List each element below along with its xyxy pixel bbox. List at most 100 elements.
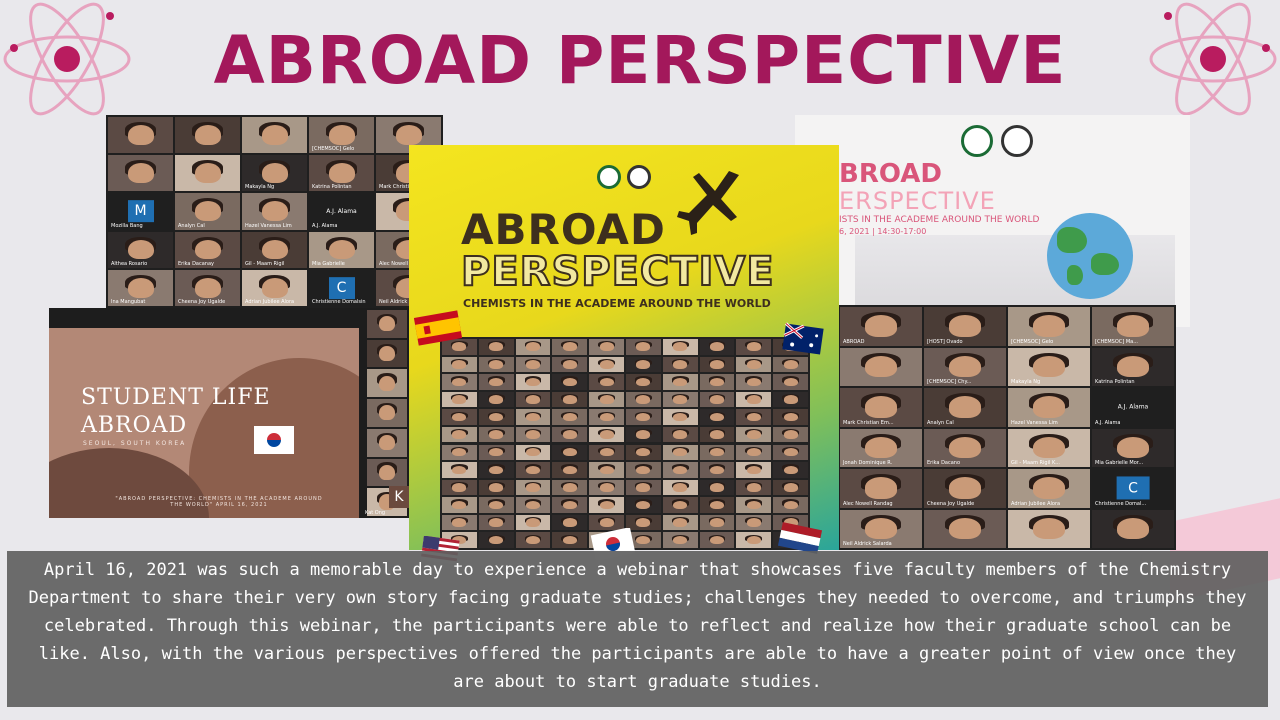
- participant-tile: Hazel Vanessa Lim: [1008, 388, 1090, 427]
- participant-tile: [442, 409, 477, 425]
- participant-tile: [773, 444, 808, 461]
- participant-name: Hazel Vanessa Lim: [1011, 419, 1058, 426]
- participant-tile: [515, 356, 551, 373]
- participant-tile: [367, 428, 407, 457]
- participant-tile: A.J. Alama A.J. Alama: [309, 193, 374, 230]
- participant-tile: [662, 532, 698, 548]
- participant-tile: Gil - Maam Rigil: [242, 231, 307, 268]
- participant-tile: [736, 339, 772, 355]
- participant-tile: [626, 426, 661, 443]
- participant-tile: [626, 462, 661, 478]
- participant-tile: [699, 497, 735, 513]
- chemsoc-logo: [627, 165, 651, 189]
- participant-tile: [736, 532, 772, 548]
- participant-tile: Althea Rosario: [108, 231, 173, 268]
- participant-tile: Katrina Polintan: [309, 155, 374, 192]
- participant-name: [CHEMSOC] Gelo: [1011, 338, 1054, 345]
- participant-tile: [367, 399, 407, 427]
- participant-tile: [1092, 509, 1174, 548]
- participant-name: Neil Aldrick Salarda: [843, 541, 892, 547]
- participant-tile: [552, 497, 588, 513]
- participant-tile: Gil - Maam Rigil K...: [1008, 428, 1090, 467]
- participant-name: Makayla Ng: [245, 184, 275, 191]
- participant-tile: Hazel Vanessa Lim: [242, 193, 307, 230]
- participant-name: Alec Nowell Randag: [843, 500, 893, 507]
- participant-tile: [478, 462, 514, 478]
- participant-tile: [552, 409, 588, 425]
- participant-tile: [515, 514, 551, 531]
- participant-tile: [552, 391, 588, 408]
- participant-tile: [478, 479, 514, 496]
- participant-tile: [699, 374, 735, 390]
- participant-tile: [699, 426, 735, 443]
- participant-tile: [515, 409, 551, 425]
- participant-tile: [552, 514, 588, 531]
- slide-date: 6, 2021 | 14:30-17:00: [839, 227, 927, 236]
- chemsoc-logo: [1001, 125, 1033, 157]
- participant-tile: [626, 479, 661, 496]
- participant-tile: [108, 117, 173, 154]
- participant-name: Cheena Joy Ugalde: [927, 500, 975, 507]
- participant-tile: [699, 514, 735, 531]
- participant-tile: [108, 155, 173, 192]
- participant-avatar-letter: C: [328, 277, 355, 299]
- participant-tile: [442, 391, 477, 408]
- participant-tile: Mia Gabrielle: [309, 231, 374, 268]
- participant-name: Erika Dacanay: [178, 260, 214, 267]
- participant-tile: [589, 356, 624, 373]
- participant-tile: [478, 356, 514, 373]
- participant-tile: [515, 532, 551, 548]
- participant-tile: [626, 444, 661, 461]
- participant-tile: [736, 514, 772, 531]
- participant-tile: [552, 339, 588, 355]
- participant-tile: [773, 479, 808, 496]
- poster-tagline: CHEMISTS IN THE ACADEME AROUND THE WORLD: [463, 297, 771, 310]
- participant-tile: [478, 532, 514, 548]
- participant-tile: [CHEMSOC] Chy...: [924, 347, 1006, 386]
- participant-tile: [626, 356, 661, 373]
- participant-tile: Alec Nowell Randag: [840, 469, 922, 508]
- participant-tile: Mark Christian Em...: [840, 388, 922, 427]
- participant-tile: [699, 462, 735, 478]
- participant-tile: [478, 391, 514, 408]
- participant-tile: Jonah Dominique R.: [840, 428, 922, 467]
- spain-flag-icon: [414, 310, 462, 346]
- participant-tile: [662, 374, 698, 390]
- participant-tile: [626, 391, 661, 408]
- participant-tile: Katrina Polintan: [1092, 347, 1174, 386]
- participant-tile: [442, 479, 477, 496]
- participant-tile: [773, 409, 808, 425]
- participant-name: Katrina Polintan: [1095, 379, 1135, 385]
- participant-tile: [478, 514, 514, 531]
- participant-name: Christienne Domalsin: [312, 298, 366, 305]
- participant-tile: [515, 479, 551, 496]
- participant-tile: M Mozilla Bang: [108, 193, 173, 230]
- participant-tile: [442, 426, 477, 443]
- participant-tile: [662, 426, 698, 443]
- event-poster: ABROAD PERSPECTIVE CHEMISTS IN THE ACADE…: [409, 145, 839, 550]
- poster-zoom-gallery: [440, 337, 810, 550]
- participant-tile: [515, 497, 551, 513]
- participant-tile: [626, 339, 661, 355]
- participant-tile: [589, 462, 624, 478]
- participant-tile: [442, 514, 477, 531]
- slide-content: STUDENT LIFE ABROAD SEOUL, SOUTH KOREA "…: [49, 328, 359, 518]
- participant-tile: [589, 497, 624, 513]
- participant-tile: [CHEMSOC] Gelo: [309, 117, 374, 154]
- globe-icon: [1047, 213, 1133, 299]
- slide-subtitle: SEOUL, SOUTH KOREA: [83, 440, 187, 447]
- participant-tile: Analyn Cal: [924, 388, 1006, 427]
- participant-name: ABROAD: [843, 338, 865, 345]
- participant-tile: [442, 374, 477, 390]
- participant-name: [HOST] Ovado: [927, 338, 963, 345]
- participant-tile: [773, 497, 808, 513]
- participant-tile: [773, 391, 808, 408]
- participant-tile: [442, 497, 477, 513]
- participant-name: Adrian Jubilee Alora: [1011, 500, 1061, 507]
- participant-tile: [736, 356, 772, 373]
- participant-tile: [773, 356, 808, 373]
- participant-avatar-letter: A.J. Alama: [1117, 403, 1149, 411]
- participant-tile: Erika Dacanay: [175, 231, 240, 268]
- participant-tile: Mia Gabrielle Mor...: [1092, 428, 1174, 467]
- participant-name: Mia Gabrielle Mor...: [1095, 460, 1144, 466]
